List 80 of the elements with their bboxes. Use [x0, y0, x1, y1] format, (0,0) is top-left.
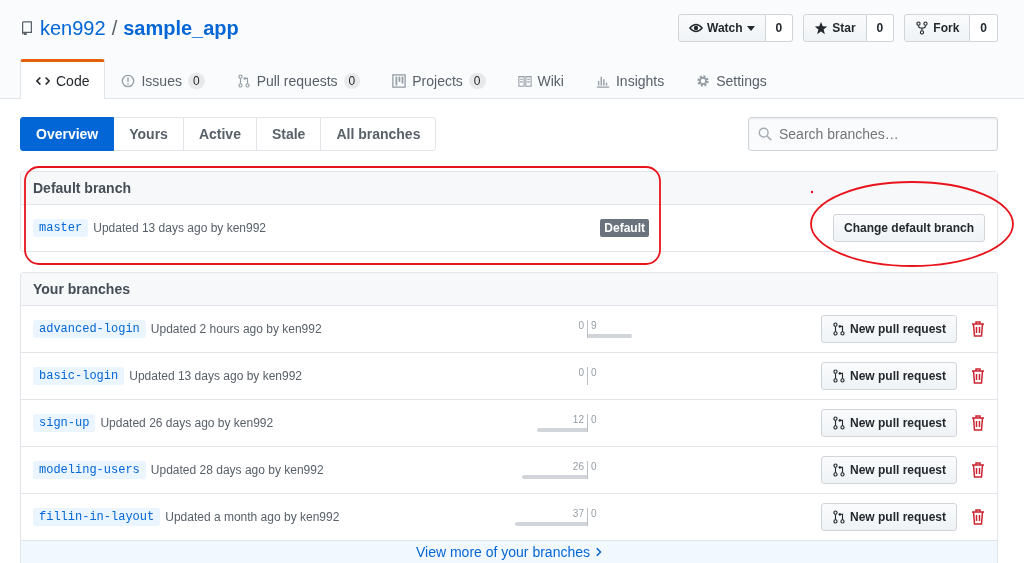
exclamation-circle-icon [121, 73, 136, 88]
chevron-right-icon [596, 547, 603, 557]
branch-link[interactable]: modeling-users [33, 461, 146, 479]
repo-name-link[interactable]: sample_app [123, 16, 239, 40]
repo-owner-link[interactable]: ken992 [40, 16, 106, 40]
filter-tab[interactable]: Active [183, 117, 257, 151]
repo-tab[interactable]: Projects 0 [376, 59, 502, 99]
pull-request-icon [831, 416, 846, 430]
tab-counter: 0 [343, 72, 361, 89]
behind-count: 0 [577, 367, 585, 380]
updated-text: Updated 2 hours ago by ken992 [150, 322, 322, 336]
ahead-count: 0 [589, 414, 598, 427]
filter-tab[interactable]: Stale [256, 117, 322, 151]
annotation-dot [810, 190, 814, 194]
updated-text: Updated a month ago by ken992 [165, 510, 340, 524]
pull-request-icon [831, 510, 846, 524]
count-badge[interactable]: 0 [970, 14, 998, 42]
section-title: Default branch [33, 180, 131, 196]
book-icon [517, 73, 532, 88]
view-more-link[interactable]: View more of your branches [415, 544, 603, 560]
ahead-count: 9 [589, 320, 598, 333]
repo-tab[interactable]: Issues 0 [105, 59, 221, 99]
updated-text: Updated 28 days ago by ken992 [150, 463, 324, 477]
filter-tab[interactable]: All branches [321, 117, 437, 151]
repo-tab[interactable]: Insights [579, 59, 681, 99]
tab-counter: 0 [187, 72, 205, 89]
fork-icon [915, 21, 930, 35]
new-pull-request-button[interactable]: New pull request [820, 362, 957, 390]
branch-link[interactable]: basic-login [33, 367, 125, 385]
trash-icon[interactable] [971, 368, 985, 384]
branch-link[interactable]: advanced-login [33, 320, 146, 338]
branch-link[interactable]: sign-up [33, 414, 96, 432]
trash-icon[interactable] [971, 509, 985, 525]
fork-button[interactable]: Fork [904, 14, 971, 42]
watch-button[interactable]: Watch [678, 14, 766, 42]
pull-request-icon [236, 73, 251, 88]
pull-request-icon [831, 369, 846, 383]
search-field[interactable]: Search branches… [748, 117, 998, 151]
updated-text: Updated 13 days ago by ken992 [93, 221, 267, 235]
pull-request-icon [831, 322, 846, 336]
repo-tab[interactable]: Code [20, 59, 106, 99]
repo-tab[interactable]: Settings [680, 59, 783, 99]
trash-icon[interactable] [971, 321, 985, 337]
count-badge[interactable]: 0 [765, 14, 794, 42]
updated-text: Updated 26 days ago by ken992 [100, 416, 274, 430]
tab-counter: 0 [468, 72, 486, 89]
branch-link[interactable]: master [33, 219, 89, 237]
caret-icon [746, 25, 755, 31]
eye-icon [689, 21, 703, 35]
star-icon [814, 21, 829, 35]
behind-count: 0 [577, 320, 585, 333]
behind-count: 37 [571, 508, 585, 521]
new-pull-request-button[interactable]: New pull request [820, 315, 957, 343]
gear-icon [696, 73, 711, 88]
filter-tab[interactable]: Yours [114, 117, 184, 151]
branch-link[interactable]: fillin-in-layout [33, 508, 161, 526]
filter-tab[interactable]: Overview [20, 117, 115, 151]
updated-text: Updated 13 days ago by ken992 [129, 369, 303, 383]
behind-count: 12 [571, 414, 585, 427]
search-icon [758, 127, 772, 141]
change-default-branch-button[interactable]: Change default branch [833, 214, 985, 242]
new-pull-request-button[interactable]: New pull request [820, 456, 957, 484]
new-pull-request-button[interactable]: New pull request [820, 503, 957, 531]
path-separator: / [111, 16, 118, 40]
ahead-count: 0 [589, 508, 598, 521]
default-label: Default [600, 219, 649, 237]
pull-request-icon [831, 463, 846, 477]
new-pull-request-button[interactable]: New pull request [820, 409, 957, 437]
ahead-count: 0 [589, 461, 598, 474]
section-title: Your branches [33, 281, 130, 297]
behind-count: 26 [571, 461, 585, 474]
board-icon [392, 73, 407, 88]
trash-icon[interactable] [971, 462, 985, 478]
ahead-count: 0 [589, 367, 598, 380]
repo-tab[interactable]: Pull requests 0 [220, 59, 377, 99]
repo-icon [20, 21, 34, 35]
star-button[interactable]: Star [803, 14, 867, 42]
repo-tab[interactable]: Wiki [501, 59, 580, 99]
count-badge[interactable]: 0 [866, 14, 895, 42]
trash-icon[interactable] [971, 415, 985, 431]
